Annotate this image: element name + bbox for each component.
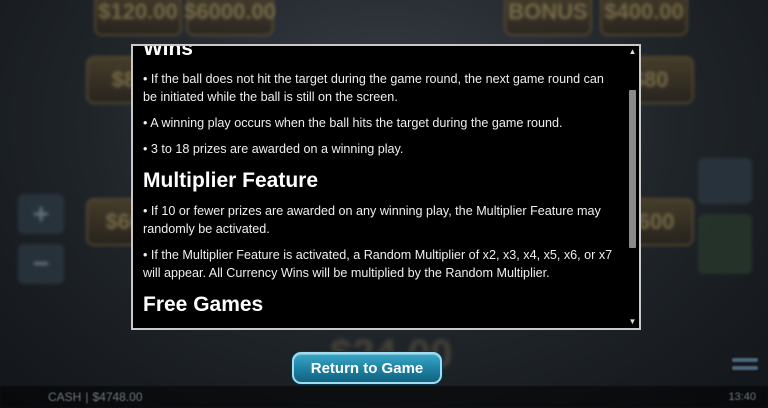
help-content[interactable]: Wins • If the ball does not hit the targ… [133,46,625,328]
section-title-multiplier: Multiplier Feature [143,169,319,192]
triangle-up-icon[interactable]: ▲ [626,46,639,58]
prize-tile: BONUS [504,0,592,36]
section-title-wins: Wins [143,46,193,60]
decrease-bet-button: − [18,244,64,284]
prize-tile: $400.00 [600,0,688,36]
scrollbar-thumb[interactable] [629,90,636,248]
autoplay-icon [698,158,752,204]
return-to-game-button[interactable]: Return to Game [292,352,442,384]
cash-label: CASH [48,390,82,404]
help-paragraph: • If 10 or fewer prizes are awarded on a… [143,204,601,236]
help-paragraph: • If the ball does not hit the target du… [143,72,604,104]
help-paragraph: • If the Multiplier Feature is activated… [143,248,613,280]
section-title-free-games: Free Games [143,293,264,316]
help-paragraph: • 3 to 18 prizes are awarded on a winnin… [143,142,404,156]
prize-tile: $120.00 [94,0,182,36]
cash-value: $4748.00 [92,390,143,404]
triangle-down-icon[interactable]: ▼ [626,316,639,328]
game-screen: $120.00 $6000.00 BONUS $400.00 $80 $80 $… [0,0,768,408]
clock: 13:40 [728,391,756,403]
play-button [698,214,752,274]
prize-tile: $6000.00 [184,0,276,36]
menu-icon [732,358,758,378]
help-paragraph: • A winning play occurs when the ball hi… [143,116,563,130]
help-dialog: Wins • If the ball does not hit the targ… [131,44,641,330]
scrollbar[interactable]: ▲ ▼ [626,46,639,328]
increase-bet-button: + [18,194,64,234]
status-bar: CASH | $4748.00 13:40 [0,386,768,408]
